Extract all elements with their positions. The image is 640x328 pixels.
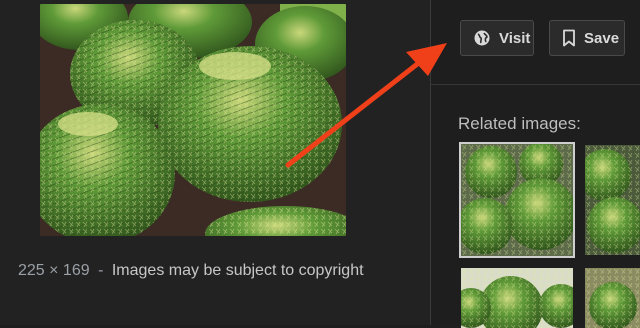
related-image-thumbnail[interactable] bbox=[461, 268, 573, 328]
copyright-notice[interactable]: Images may be subject to copyright bbox=[112, 262, 364, 279]
save-label: Save bbox=[584, 29, 620, 47]
related-images-heading: Related images: bbox=[458, 114, 581, 133]
visit-button[interactable]: Visit bbox=[460, 20, 534, 56]
related-image-thumbnail[interactable] bbox=[585, 145, 640, 255]
main-image[interactable] bbox=[40, 4, 346, 236]
caption-separator: - bbox=[98, 262, 104, 279]
image-caption: 225 × 169 - Images may be subject to cop… bbox=[18, 262, 364, 280]
bookmark-icon bbox=[562, 29, 576, 47]
image-dimensions: 225 × 169 bbox=[18, 262, 90, 279]
related-image-thumbnail[interactable] bbox=[459, 142, 575, 258]
save-button[interactable]: Save bbox=[549, 20, 625, 56]
globe-icon bbox=[473, 29, 491, 47]
actions-divider bbox=[431, 84, 640, 85]
related-image-thumbnail[interactable] bbox=[585, 268, 640, 328]
visit-label: Visit bbox=[499, 29, 531, 47]
